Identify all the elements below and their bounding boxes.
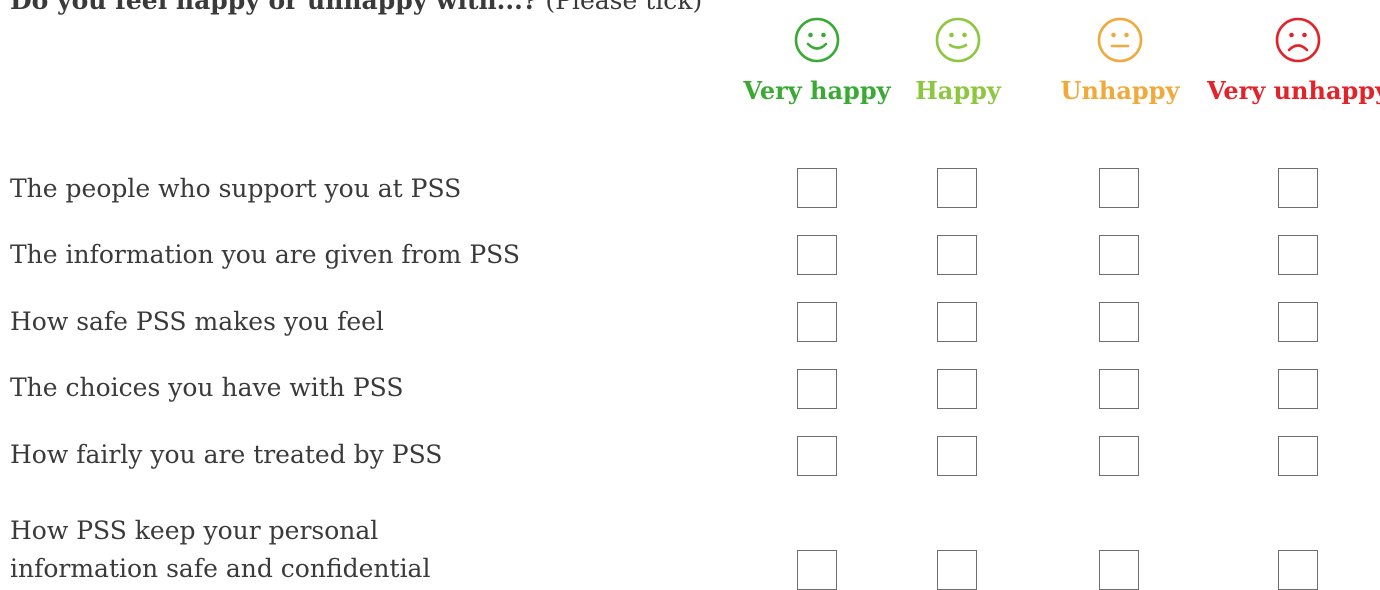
checkbox-row4-very-happy[interactable] bbox=[797, 369, 837, 409]
row-label: How PSS keep your personal information s… bbox=[10, 516, 431, 583]
very-happy-face-icon bbox=[793, 16, 841, 64]
checkbox-row2-very-unhappy[interactable] bbox=[1278, 235, 1318, 275]
checkbox-row6-very-unhappy[interactable] bbox=[1278, 550, 1318, 590]
checkbox-row5-very-happy[interactable] bbox=[797, 436, 837, 476]
sad-face-icon bbox=[1274, 16, 1322, 64]
checkbox-row1-very-happy[interactable] bbox=[797, 168, 837, 208]
happy-face-icon bbox=[934, 16, 982, 64]
checkbox-row5-very-unhappy[interactable] bbox=[1278, 436, 1318, 476]
question-note: (Please tick) bbox=[545, 0, 703, 15]
checkbox-row4-unhappy[interactable] bbox=[1099, 369, 1139, 409]
checkbox-row2-unhappy[interactable] bbox=[1099, 235, 1139, 275]
checkbox-row4-happy[interactable] bbox=[937, 369, 977, 409]
row-label: How fairly you are treated by PSS bbox=[10, 440, 443, 469]
column-label-unhappy: Unhappy bbox=[1060, 76, 1180, 105]
checkbox-row3-very-happy[interactable] bbox=[797, 302, 837, 342]
row-label: The information you are given from PSS bbox=[10, 240, 520, 269]
checkbox-row2-very-happy[interactable] bbox=[797, 235, 837, 275]
checkbox-row6-very-happy[interactable] bbox=[797, 550, 837, 590]
checkbox-row1-unhappy[interactable] bbox=[1099, 168, 1139, 208]
question-text: Do you feel happy or unhappy with...? bbox=[10, 0, 538, 15]
checkbox-row3-very-unhappy[interactable] bbox=[1278, 302, 1318, 342]
column-label-very-unhappy: Very unhappy bbox=[1206, 76, 1380, 105]
row-label: The choices you have with PSS bbox=[10, 373, 404, 402]
survey-question: Do you feel happy or unhappy with...? (P… bbox=[10, 0, 702, 16]
checkbox-row1-very-unhappy[interactable] bbox=[1278, 168, 1318, 208]
checkbox-row6-happy[interactable] bbox=[937, 550, 977, 590]
checkbox-row3-unhappy[interactable] bbox=[1099, 302, 1139, 342]
checkbox-row5-unhappy[interactable] bbox=[1099, 436, 1139, 476]
row-label: How safe PSS makes you feel bbox=[10, 307, 384, 336]
checkbox-row2-happy[interactable] bbox=[937, 235, 977, 275]
neutral-face-icon bbox=[1096, 16, 1144, 64]
checkbox-row3-happy[interactable] bbox=[937, 302, 977, 342]
checkbox-row5-happy[interactable] bbox=[937, 436, 977, 476]
row-label: The people who support you at PSS bbox=[10, 174, 462, 203]
checkbox-row6-unhappy[interactable] bbox=[1099, 550, 1139, 590]
checkbox-row1-happy[interactable] bbox=[937, 168, 977, 208]
checkbox-row4-very-unhappy[interactable] bbox=[1278, 369, 1318, 409]
